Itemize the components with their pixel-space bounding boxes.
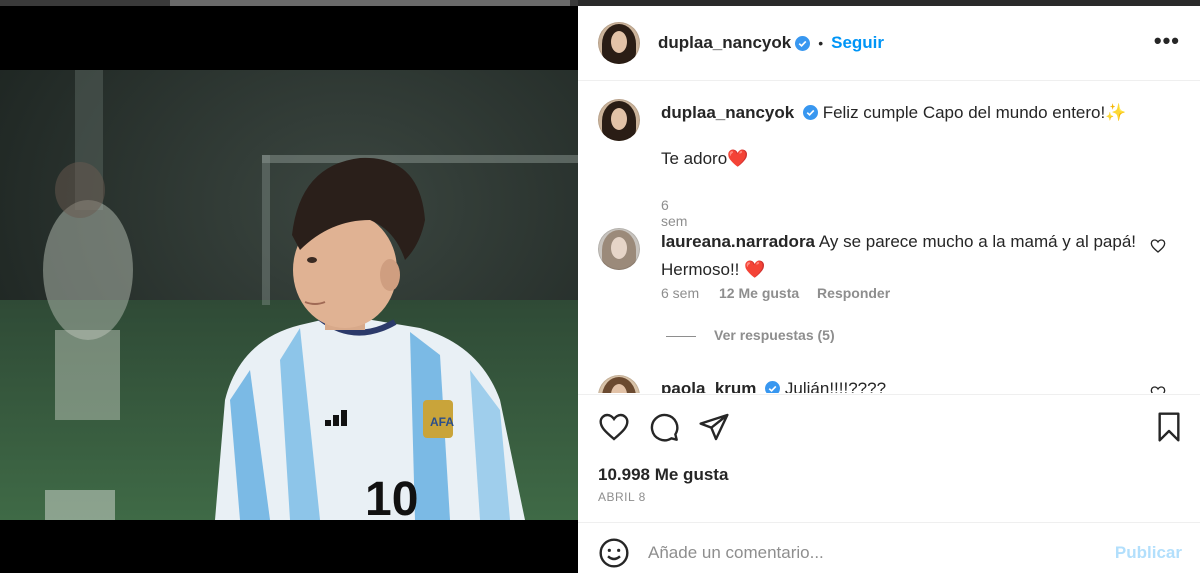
comment-body: paola_krum Julián!!!!????: [661, 375, 1141, 393]
post-media: AFA 10: [0, 0, 578, 573]
post-photo[interactable]: AFA 10: [0, 70, 578, 520]
media-top-strip: [0, 0, 578, 6]
jersey-number: 10: [365, 473, 418, 520]
post-side-panel: duplaa_nancyok • Seguir ••• duplaa_nancy…: [578, 0, 1200, 573]
comment-bubble-icon[interactable]: [648, 411, 680, 443]
comment-time[interactable]: 6 sem: [661, 285, 699, 301]
publish-button[interactable]: Publicar: [1115, 543, 1182, 563]
more-options-icon[interactable]: •••: [1154, 30, 1180, 52]
view-replies-label: Ver respuestas (5): [714, 327, 835, 343]
like-heart-icon[interactable]: [598, 411, 630, 443]
save-bookmark-icon[interactable]: [1153, 411, 1185, 443]
commenter-avatar[interactable]: [598, 375, 640, 393]
separator-dot: •: [818, 35, 824, 51]
likes-count[interactable]: 10.998 Me gusta: [598, 465, 728, 485]
author-avatar[interactable]: [598, 22, 640, 64]
svg-text:AFA: AFA: [430, 415, 454, 429]
commenter-avatar[interactable]: [598, 228, 640, 270]
comment-author[interactable]: paola_krum: [661, 379, 756, 393]
post-date[interactable]: ABRIL 8: [598, 490, 646, 504]
comment-composer: Publicar: [578, 522, 1200, 573]
author-username[interactable]: duplaa_nancyok: [658, 33, 791, 53]
verified-badge-icon: [765, 381, 781, 393]
post-header: duplaa_nancyok • Seguir •••: [578, 6, 1200, 81]
emoji-icon[interactable]: [598, 537, 630, 569]
post-actions: 10.998 Me gusta ABRIL 8: [578, 394, 1200, 521]
verified-badge-icon: [795, 35, 811, 51]
comment-like-heart-icon[interactable]: [1150, 385, 1166, 393]
caption-author[interactable]: duplaa_nancyok: [661, 103, 794, 122]
replies-divider: [666, 335, 696, 337]
comment-input[interactable]: [648, 539, 1098, 567]
comment-author[interactable]: laureana.narradora: [661, 232, 815, 251]
caption-text-line2: Te adoro❤️: [661, 149, 749, 168]
comment-meta: 6 sem 12 Me gusta Responder: [661, 285, 890, 301]
comment-likes[interactable]: 12 Me gusta: [719, 285, 799, 301]
caption-author-avatar[interactable]: [598, 99, 640, 141]
view-replies-button[interactable]: Ver respuestas (5): [666, 327, 835, 343]
caption-text-line1: Feliz cumple Capo del mundo entero!✨: [822, 103, 1127, 122]
caption-body: duplaa_nancyok Feliz cumple Capo del mun…: [661, 99, 1141, 127]
comment-body: laureana.narradora Ay se parece mucho a …: [661, 228, 1141, 284]
follow-button[interactable]: Seguir: [831, 33, 884, 53]
comment-text: Julián!!!!????: [784, 379, 887, 393]
caption-time[interactable]: 6 sem: [661, 197, 687, 229]
comment-like-heart-icon[interactable]: [1150, 238, 1166, 254]
share-send-icon[interactable]: [698, 411, 730, 443]
comments-list[interactable]: duplaa_nancyok Feliz cumple Capo del mun…: [578, 82, 1200, 393]
verified-badge-icon: [802, 105, 818, 120]
reply-button[interactable]: Responder: [817, 285, 890, 301]
photo-illustration: AFA 10: [0, 70, 578, 520]
